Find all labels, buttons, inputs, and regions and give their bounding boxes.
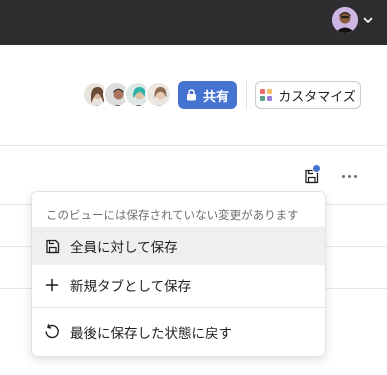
member-avatar[interactable] [145,81,172,108]
customize-button[interactable]: カスタマイズ [255,81,361,109]
table-row-line [326,246,387,247]
project-header: 共有 カスタマイズ [0,45,387,145]
more-horizontal-icon [341,174,345,178]
share-button-label: 共有 [202,89,229,105]
customize-button-label: カスタマイズ [278,89,356,105]
account-menu-button[interactable] [332,5,373,35]
menu-divider [32,307,325,308]
share-button[interactable]: 共有 [178,81,237,109]
member-avatars[interactable] [82,81,172,108]
table-row-line [0,288,32,289]
menu-item-label: 全員に対して保存 [70,240,178,256]
revert-icon [44,324,60,340]
revert-to-saved-item[interactable]: 最後に保存した状態に戻す [32,313,325,351]
table-row-line [326,204,387,205]
menu-item-label: 最後に保存した状態に戻す [70,326,232,342]
save-as-new-tab-item[interactable]: 新規タブとして保存 [32,266,325,304]
table-row-line [326,288,387,289]
save-view-menu: このビューには保存されていない変更があります 全員に対して保存 新規タブとして保… [31,191,326,357]
header-divider [246,81,247,109]
top-bar [0,0,387,45]
menu-item-label: 新規タブとして保存 [70,279,192,295]
colored-grid-icon [260,89,273,101]
unsaved-changes-note: このビューには保存されていない変更があります [46,208,299,222]
table-row-line [0,204,32,205]
save-for-everyone-item[interactable]: 全員に対して保存 [32,227,325,265]
plus-icon [44,277,60,293]
lock-icon [186,89,196,101]
save-icon [44,238,60,254]
unsaved-dot [312,164,321,173]
more-options-button[interactable] [336,163,362,189]
chevron-down-icon [363,17,373,23]
header-divider-line [0,145,387,146]
table-row-line [0,246,32,247]
user-avatar[interactable] [332,7,358,33]
